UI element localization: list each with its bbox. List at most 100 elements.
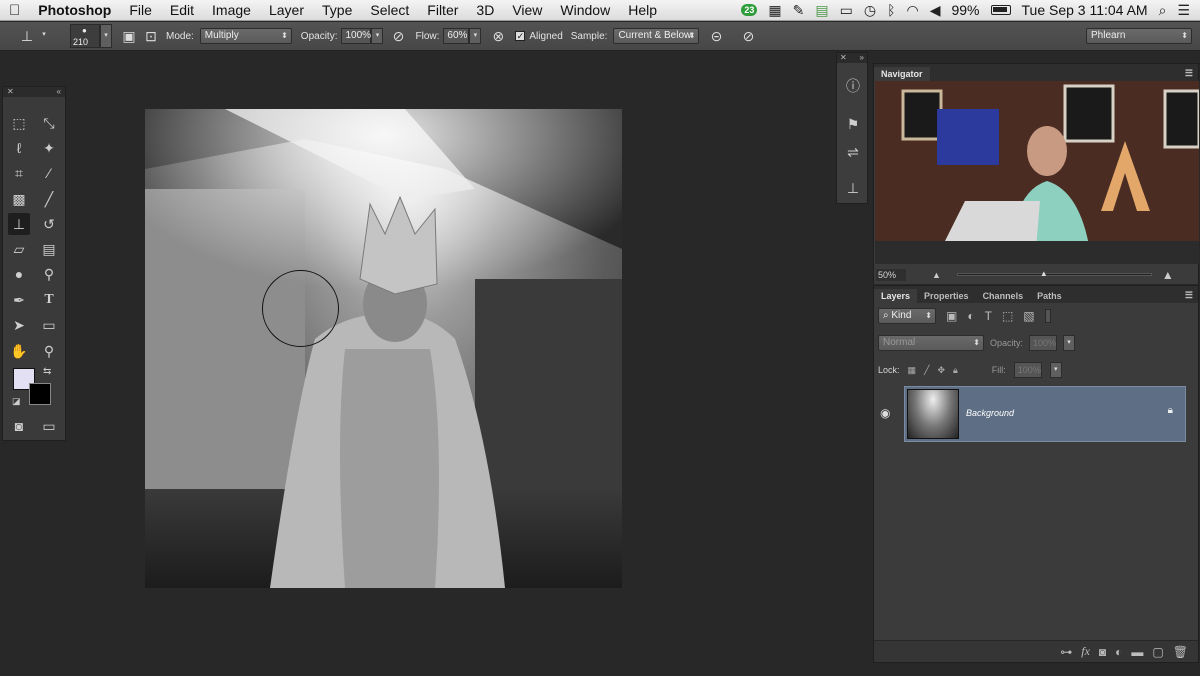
menu-image[interactable]: Image bbox=[203, 2, 260, 18]
lock-all-icon[interactable]: 🔒︎ bbox=[953, 365, 958, 376]
layer-style-fx-icon[interactable]: fx bbox=[1081, 644, 1090, 659]
visibility-eye-icon[interactable]: ◉ bbox=[880, 406, 890, 420]
zoom-slider[interactable]: ▲ bbox=[956, 269, 1152, 278]
brush-preset-picker[interactable]: ● 210 bbox=[70, 24, 100, 48]
workspace-select[interactable]: Phlearn bbox=[1086, 28, 1192, 44]
dots-icon[interactable]: ▤ bbox=[815, 2, 828, 19]
close-icon[interactable]: ✕ bbox=[7, 87, 14, 97]
collapse-icon[interactable]: « bbox=[57, 87, 61, 97]
pen-tool-icon[interactable]: ✒ bbox=[8, 289, 30, 311]
zoom-in-icon[interactable]: ▲ bbox=[1162, 268, 1174, 282]
type-filter-icon[interactable]: T bbox=[985, 309, 992, 323]
app-menu[interactable]: Photoshop bbox=[29, 2, 120, 18]
delete-layer-icon[interactable]: 🗑︎ bbox=[1173, 645, 1188, 659]
panel-menu-icon[interactable]: ☰ bbox=[1180, 288, 1198, 303]
tab-paths[interactable]: Paths bbox=[1030, 289, 1069, 303]
expand-icon[interactable]: » bbox=[860, 53, 864, 63]
layer-opacity-field[interactable]: 100% bbox=[1029, 335, 1058, 351]
navigator-preview[interactable] bbox=[875, 81, 1199, 264]
shape-filter-icon[interactable]: ⬚ bbox=[1002, 309, 1013, 323]
swap-colors-icon[interactable]: ⇆ bbox=[43, 366, 51, 377]
quick-mask-icon[interactable]: ◙ bbox=[8, 415, 30, 437]
tab-properties[interactable]: Properties bbox=[917, 289, 976, 303]
menu-window[interactable]: Window bbox=[551, 2, 619, 18]
wifi-icon[interactable]: ◠ bbox=[906, 2, 918, 19]
tab-layers[interactable]: Layers bbox=[874, 289, 918, 303]
document-canvas[interactable] bbox=[145, 109, 622, 588]
menu-select[interactable]: Select bbox=[361, 2, 418, 18]
new-adjustment-layer-icon[interactable]: ◐ bbox=[1115, 645, 1122, 659]
layer-name[interactable]: Background bbox=[966, 408, 1014, 418]
new-layer-icon[interactable]: ▢ bbox=[1152, 645, 1163, 659]
move-tool-icon[interactable]: ⤡ bbox=[38, 112, 60, 134]
close-icon[interactable]: ✕ bbox=[840, 53, 847, 63]
menu-edit[interactable]: Edit bbox=[161, 2, 203, 18]
lock-transparent-icon[interactable]: ▦ bbox=[908, 365, 917, 376]
fill-arrow[interactable]: ▾ bbox=[1049, 362, 1062, 378]
sample-select[interactable]: Current & Below bbox=[613, 28, 700, 44]
menu-help[interactable]: Help bbox=[619, 2, 666, 18]
tool-presets-panel-icon[interactable]: ⊥ bbox=[842, 177, 864, 199]
fill-field[interactable]: 100% bbox=[1013, 362, 1042, 378]
notification-center-icon[interactable]: ☰ bbox=[1177, 2, 1190, 19]
zoom-slider-thumb[interactable]: ▲ bbox=[1040, 269, 1048, 278]
marquee-tool-icon[interactable]: ⬚ bbox=[8, 112, 30, 134]
pixel-filter-icon[interactable]: ▣ bbox=[946, 309, 957, 323]
menu-type[interactable]: Type bbox=[313, 2, 361, 18]
grid-icon[interactable]: ▦ bbox=[768, 2, 781, 19]
volume-icon[interactable]: ◀ bbox=[930, 2, 941, 19]
layer-row-background[interactable]: Background 🔒︎ bbox=[904, 386, 1186, 442]
menu-view[interactable]: View bbox=[503, 2, 551, 18]
background-color-swatch[interactable] bbox=[29, 383, 51, 405]
tab-navigator[interactable]: Navigator bbox=[874, 67, 930, 81]
link-layers-icon[interactable]: ⊶ bbox=[1060, 645, 1072, 659]
flow-field[interactable]: 60% bbox=[443, 28, 470, 44]
healing-brush-tool-icon[interactable]: ▩ bbox=[8, 188, 30, 210]
type-tool-icon[interactable]: T bbox=[38, 289, 60, 311]
filter-toggle[interactable] bbox=[1044, 309, 1051, 323]
hand-tool-icon[interactable]: ✋ bbox=[8, 340, 30, 362]
menu-3d[interactable]: 3D bbox=[467, 2, 503, 18]
screen-mode-icon[interactable]: ▭ bbox=[38, 415, 60, 437]
navigator-zoom-value[interactable]: 50% bbox=[876, 268, 906, 281]
pressure-opacity-icon[interactable]: ⊘ bbox=[387, 25, 409, 47]
blend-mode-select[interactable]: Normal bbox=[878, 335, 984, 351]
mode-select[interactable]: Multiply bbox=[199, 28, 292, 44]
menu-filter[interactable]: Filter bbox=[418, 2, 467, 18]
history-brush-tool-icon[interactable]: ↺ bbox=[38, 213, 60, 235]
opacity-field[interactable]: 100% bbox=[341, 28, 372, 44]
new-group-icon[interactable]: ▬ bbox=[1131, 645, 1143, 659]
clone-stamp-tool-preset-icon[interactable]: ⊥ bbox=[16, 25, 38, 47]
lock-image-icon[interactable]: ╱ bbox=[924, 365, 929, 376]
time-machine-icon[interactable]: ◷ bbox=[864, 2, 876, 19]
dodge-tool-icon[interactable]: ⚲ bbox=[38, 263, 60, 285]
menu-layer[interactable]: Layer bbox=[260, 2, 313, 18]
lasso-tool-icon[interactable]: ℓ bbox=[8, 137, 30, 159]
tab-channels[interactable]: Channels bbox=[976, 289, 1031, 303]
opacity-arrow[interactable]: ▾ bbox=[371, 28, 384, 44]
brush-tool-icon[interactable]: ╱ bbox=[38, 188, 60, 210]
pressure-size-icon[interactable]: ⊘ bbox=[737, 25, 759, 47]
airbrush-icon[interactable]: ⊗ bbox=[487, 25, 509, 47]
blur-tool-icon[interactable]: ● bbox=[8, 263, 30, 285]
battery-icon[interactable] bbox=[990, 5, 1011, 15]
path-selection-tool-icon[interactable]: ➤ bbox=[8, 314, 30, 336]
evernote-badge[interactable]: 23 bbox=[741, 4, 758, 16]
eyedropper-tool-icon[interactable]: ⁄ bbox=[38, 162, 60, 184]
gradient-tool-icon[interactable]: ▤ bbox=[38, 238, 60, 260]
brush-preset-arrow[interactable]: ▾ bbox=[100, 24, 112, 48]
clone-stamp-tool-icon[interactable]: ⊥ bbox=[8, 213, 30, 235]
add-mask-icon[interactable]: ◙ bbox=[1099, 645, 1106, 659]
tools-panel-header[interactable]: ✕ « bbox=[3, 87, 65, 97]
lock-position-icon[interactable]: ✥ bbox=[937, 365, 945, 376]
aligned-checkbox[interactable]: ✓ bbox=[515, 31, 526, 41]
tool-preset-arrow[interactable]: ▾ bbox=[38, 28, 50, 44]
clock[interactable]: Tue Sep 3 11:04 AM bbox=[1022, 2, 1148, 18]
dock-header[interactable]: ✕» bbox=[837, 53, 867, 63]
brush-panel-icon[interactable]: ▣ bbox=[118, 25, 140, 47]
eraser-tool-icon[interactable]: ▱ bbox=[8, 238, 30, 260]
zoom-tool-icon[interactable]: ⚲ bbox=[38, 340, 60, 362]
ignore-adjustment-layers-icon[interactable]: ⊝ bbox=[705, 25, 727, 47]
panel-menu-icon[interactable]: ☰ bbox=[1180, 66, 1198, 81]
smart-object-filter-icon[interactable]: ▧ bbox=[1023, 309, 1034, 323]
